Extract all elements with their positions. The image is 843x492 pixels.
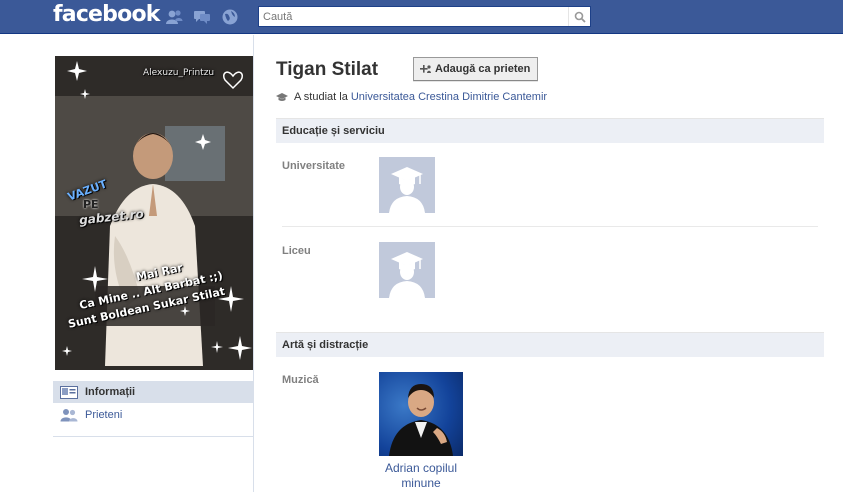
university-label: Universitate	[282, 160, 345, 172]
facebook-logo[interactable]: facebook	[53, 2, 160, 27]
graduation-cap-icon	[276, 92, 290, 102]
sidebar-item-label: Informații	[85, 386, 136, 398]
friend-requests-icon[interactable]	[165, 8, 183, 25]
friends-icon	[59, 408, 79, 422]
profile-picture[interactable]: Alexuzu_Printzu VAZUT PE gabzet.ro Mai R…	[55, 56, 253, 370]
music-artist-picture[interactable]	[379, 372, 463, 456]
add-friend-button[interactable]: Adaugă ca prieten	[413, 57, 539, 81]
studied-at-line: A studiat la Universitatea Crestina Dimi…	[276, 91, 547, 103]
notifications-icon[interactable]	[221, 8, 239, 25]
highschool-label: Liceu	[282, 245, 311, 257]
left-column: Alexuzu_Printzu VAZUT PE gabzet.ro Mai R…	[0, 35, 253, 492]
profile-name[interactable]: Tigan Stilat	[276, 59, 378, 81]
highschool-picture[interactable]	[379, 242, 435, 298]
graduate-silhouette-icon	[379, 242, 435, 298]
column-divider	[253, 35, 254, 492]
search-icon[interactable]	[568, 7, 590, 26]
music-artist-link[interactable]: Adrian copilul minune	[371, 461, 471, 491]
sidebar-item-info[interactable]: Informații	[53, 381, 253, 403]
studied-school-link[interactable]: Universitatea Crestina Dimitrie Cantemir	[351, 91, 547, 103]
search-input[interactable]	[259, 7, 567, 26]
arts-section-header: Artă și distracție	[276, 332, 824, 357]
info-card-icon	[59, 385, 79, 399]
picture-overlay-pe: PE	[83, 198, 99, 211]
divider	[53, 436, 253, 437]
messages-icon[interactable]	[193, 8, 211, 25]
profile-main: Tigan Stilat Adaugă ca prieten A studiat…	[276, 35, 824, 492]
picture-overlay-name: Alexuzu_Printzu	[143, 68, 215, 78]
education-section-header: Educație și serviciu	[276, 118, 824, 143]
music-label: Muzică	[282, 374, 319, 386]
university-picture[interactable]	[379, 157, 435, 213]
add-friend-icon	[419, 64, 431, 74]
studied-prefix: A studiat la	[294, 91, 348, 103]
graduate-silhouette-icon	[379, 157, 435, 213]
sidebar-item-friends[interactable]: Prieteni	[53, 404, 253, 426]
add-friend-label: Adaugă ca prieten	[435, 63, 531, 75]
search-box[interactable]	[258, 6, 591, 27]
row-separator	[282, 226, 818, 227]
sidebar-item-label: Prieteni	[85, 409, 123, 421]
top-bar: facebook	[0, 0, 843, 34]
